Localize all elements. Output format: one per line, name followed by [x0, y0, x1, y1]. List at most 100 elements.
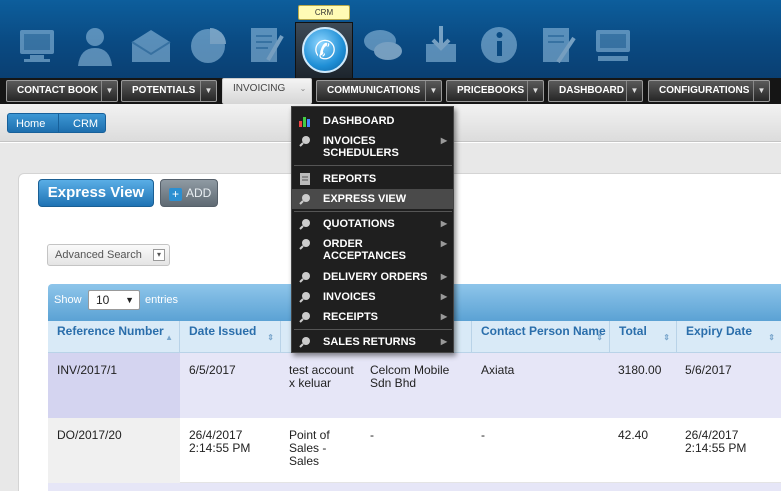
crm-module-tab[interactable]: ✆	[295, 22, 353, 78]
chevron-down-icon[interactable]: ▼	[753, 81, 769, 101]
nav-invoicing[interactable]: INVOICING ⌄	[222, 78, 312, 104]
search-icon	[299, 218, 311, 230]
column-expiry-date[interactable]: Expiry Date ⇕	[677, 321, 781, 353]
menu-item-label: INVOICES	[323, 291, 376, 303]
cell-total: 42.40	[618, 428, 649, 442]
menu-item-label: EXPRESS VIEW	[323, 193, 407, 205]
menu-item-label: RECEIPTS	[323, 311, 379, 323]
menu-divider	[294, 165, 452, 166]
column-date-issued[interactable]: Date Issued ⇕	[180, 321, 281, 353]
chevron-right-icon: ▶	[440, 292, 447, 301]
menu-item-receipts[interactable]: RECEIPTS ▶	[292, 309, 453, 325]
sort-icon: ⇕	[768, 333, 775, 342]
nav-label: CONFIGURATIONS	[659, 85, 750, 96]
info-icon[interactable]	[476, 22, 522, 68]
computer-icon[interactable]	[590, 22, 636, 68]
nav-label: CONTACT BOOK	[17, 85, 98, 96]
menu-item-reports[interactable]: REPORTS	[292, 171, 453, 187]
cell-expiry: 26/4/2017 2:14:55 PM	[685, 428, 747, 455]
chevron-down-icon[interactable]: ▼	[200, 81, 216, 101]
menu-item-express-view[interactable]: EXPRESS VIEW	[292, 189, 453, 209]
search-icon	[299, 336, 311, 348]
main-navigation: CONTACT BOOK ▼ POTENTIALS ▼ INVOICING ⌄ …	[0, 78, 781, 104]
crm-tooltip: CRM	[298, 5, 350, 20]
page-size-value: 10	[96, 293, 110, 307]
report-icon	[299, 173, 311, 185]
menu-item-dashboard[interactable]: DASHBOARD	[292, 113, 453, 129]
menu-item-label: DASHBOARD	[323, 115, 395, 127]
column-contact-person-name[interactable]: Contact Person Name ⇕	[472, 321, 610, 353]
chat-icon[interactable]	[360, 22, 406, 68]
chevron-right-icon: ▶	[440, 312, 447, 321]
cell-reference[interactable]: INV/2017/1	[57, 364, 117, 377]
bar-chart-icon	[299, 115, 311, 127]
cell-reference[interactable]: DO/2017/20	[57, 429, 122, 442]
nav-potentials[interactable]: POTENTIALS ▼	[121, 80, 217, 102]
menu-item-label: INVOICES SCHEDULERS	[323, 135, 399, 159]
caret-down-icon: ▼	[125, 295, 134, 305]
search-icon	[299, 311, 311, 323]
phone-icon: ✆	[302, 27, 348, 73]
add-label: ADD	[186, 186, 212, 200]
nav-configurations[interactable]: CONFIGURATIONS ▼	[648, 80, 770, 102]
table-row[interactable]	[48, 483, 781, 491]
menu-divider	[294, 329, 452, 330]
chevron-down-icon[interactable]: ▼	[101, 81, 117, 101]
column-label: Total	[619, 324, 647, 338]
cell-contact: -	[481, 428, 485, 442]
nav-label: COMMUNICATIONS	[327, 85, 421, 96]
cell-description: test account x keluar	[289, 363, 354, 390]
monitor-icon[interactable]	[14, 22, 60, 68]
page-size-select[interactable]: 10 ▼	[88, 290, 140, 310]
user-icon[interactable]	[72, 22, 118, 68]
chevron-down-icon: ▾	[153, 249, 165, 261]
column-label: Date Issued	[189, 324, 257, 338]
search-icon	[299, 238, 311, 250]
inbox-icon[interactable]	[418, 22, 464, 68]
nav-label: PRICEBOOKS	[457, 85, 525, 96]
add-button[interactable]: + ADD	[160, 179, 218, 207]
nav-communications[interactable]: COMMUNICATIONS ▼	[316, 80, 442, 102]
pie-chart-icon[interactable]	[186, 22, 232, 68]
cell-company: Celcom Mobile Sdn Bhd	[370, 363, 450, 390]
chevron-down-icon[interactable]: ▼	[626, 81, 642, 101]
menu-item-sales-returns[interactable]: SALES RETURNS ▶	[292, 334, 453, 350]
nav-dashboard[interactable]: DASHBOARD ▼	[548, 80, 643, 102]
menu-item-label: REPORTS	[323, 173, 377, 185]
breadcrumb-crm[interactable]: CRM	[58, 113, 106, 133]
plus-icon: +	[169, 188, 182, 201]
sort-icon: ⇕	[267, 333, 274, 342]
nav-label: INVOICING	[233, 83, 286, 94]
chevron-down-icon[interactable]: ▼	[425, 81, 441, 101]
nav-contact-book[interactable]: CONTACT BOOK ▼	[6, 80, 118, 102]
search-icon	[299, 193, 311, 205]
sort-icon: ▲	[165, 333, 173, 342]
menu-item-delivery-orders[interactable]: DELIVERY ORDERS ▶	[292, 269, 453, 285]
envelope-icon[interactable]	[128, 22, 174, 68]
menu-item-invoices[interactable]: INVOICES ▶	[292, 289, 453, 305]
column-label: Contact Person Name	[481, 324, 606, 338]
nav-label: POTENTIALS	[132, 85, 196, 96]
cell-date: 26/4/2017 2:14:55 PM	[189, 428, 251, 455]
menu-item-label: QUOTATIONS	[323, 218, 395, 230]
advanced-search-toggle[interactable]: Advanced Search ▾	[47, 244, 170, 266]
menu-item-invoices-schedulers[interactable]: INVOICES SCHEDULERS ▶	[292, 133, 453, 161]
chevron-down-icon[interactable]: ▼	[527, 81, 543, 101]
express-view-button[interactable]: Express View	[38, 179, 154, 207]
table-row[interactable]	[48, 418, 781, 483]
menu-item-label: SALES RETURNS	[323, 336, 416, 348]
chevron-down-icon[interactable]: ⌄	[295, 79, 311, 99]
menu-item-order-acceptances[interactable]: ORDER ACCEPTANCES ▶	[292, 236, 453, 264]
nav-label: DASHBOARD	[559, 85, 624, 96]
cell-date: 6/5/2017	[189, 363, 236, 377]
chevron-right-icon: ▶	[440, 136, 447, 145]
cell-total: 3180.00	[618, 363, 662, 377]
column-total[interactable]: Total ⇕	[610, 321, 677, 353]
document-edit-icon[interactable]	[534, 22, 580, 68]
cell-expiry: 5/6/2017	[685, 363, 732, 377]
menu-item-quotations[interactable]: QUOTATIONS ▶	[292, 216, 453, 232]
column-label: Expiry Date	[686, 324, 753, 338]
nav-pricebooks[interactable]: PRICEBOOKS ▼	[446, 80, 544, 102]
column-reference-number[interactable]: Reference Number ▲	[48, 321, 180, 353]
document-pen-icon[interactable]	[242, 22, 288, 68]
